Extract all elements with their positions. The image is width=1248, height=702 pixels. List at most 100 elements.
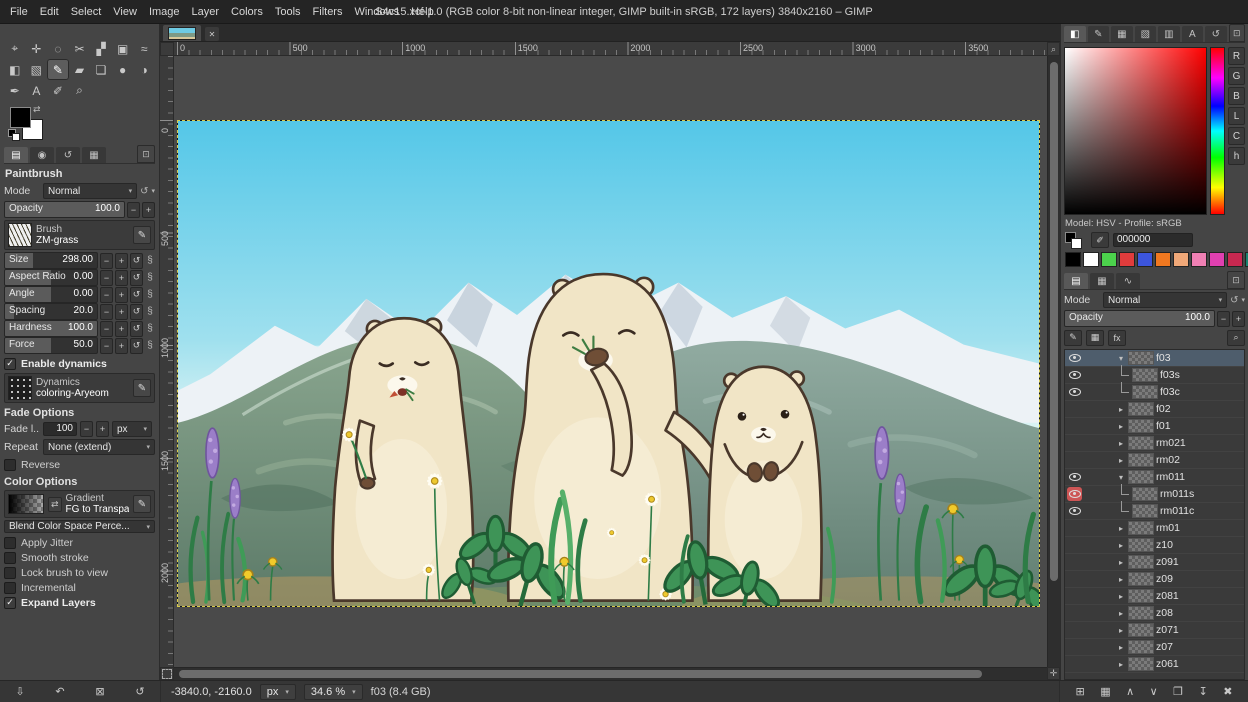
tool-clone[interactable]: ❏: [90, 59, 112, 80]
visibility-toggle[interactable]: [1067, 555, 1082, 569]
menu-filters[interactable]: Filters: [307, 4, 349, 20]
layer-mode-dropdown[interactable]: Normal▾: [1103, 292, 1227, 308]
layer-row-rm02[interactable]: ▸ rm02: [1065, 452, 1244, 469]
toggle-incremental[interactable]: Incremental: [4, 580, 155, 595]
expand-icon[interactable]: ▸: [1116, 660, 1126, 669]
link-to-brush-icon[interactable]: §: [145, 272, 155, 283]
palette-swatch-4cd24c[interactable]: [1101, 252, 1117, 267]
mode-menu-icon[interactable]: ▾: [1241, 296, 1245, 304]
decrement-button[interactable]: −: [1217, 311, 1230, 327]
angle-slider[interactable]: Angle 0.00: [4, 286, 98, 303]
vertical-scrollbar[interactable]: [1047, 56, 1060, 667]
visibility-toggle[interactable]: [1067, 657, 1082, 671]
expand-icon[interactable]: ▸: [1116, 439, 1126, 448]
layer-row-rm021[interactable]: ▸ rm021: [1065, 435, 1244, 452]
tool-scissors-select[interactable]: ✂: [69, 38, 91, 59]
layer-row-rm011[interactable]: ▾ rm011: [1065, 469, 1244, 486]
edit-brush-button[interactable]: ✎: [133, 226, 151, 244]
dynamics-selector[interactable]: Dynamics coloring-Aryeom ✎: [4, 373, 155, 403]
lock-pixels-toggle[interactable]: ✎: [1064, 330, 1082, 346]
channel-button-L[interactable]: L: [1228, 107, 1245, 125]
menu-select[interactable]: Select: [65, 4, 108, 20]
layer-row-z10[interactable]: ▸ z10: [1065, 537, 1244, 554]
toggle-lock-brush-to-view[interactable]: Lock brush to view: [4, 565, 155, 580]
paint-mode-dropdown[interactable]: Normal▾: [43, 183, 137, 199]
visibility-toggle[interactable]: [1067, 538, 1082, 552]
reverse-gradient-icon[interactable]: ⇄: [48, 497, 62, 512]
edit-gradient-button[interactable]: ✎: [133, 495, 151, 513]
expand-icon[interactable]: ▸: [1116, 643, 1126, 652]
channel-button-G[interactable]: G: [1228, 67, 1245, 85]
visibility-toggle[interactable]: [1067, 470, 1082, 484]
dock-tab-patterns[interactable]: ▦: [1111, 26, 1133, 42]
reset-mode-icon[interactable]: ↺: [1230, 295, 1238, 306]
link-to-brush-icon[interactable]: §: [145, 340, 155, 351]
palette-swatch-000000[interactable]: [1065, 252, 1081, 267]
visibility-toggle[interactable]: [1067, 606, 1082, 620]
expand-icon[interactable]: ▸: [1116, 456, 1126, 465]
navigation-button[interactable]: ✛: [1047, 667, 1060, 680]
decrement-button[interactable]: −: [100, 321, 113, 337]
link-to-brush-icon[interactable]: §: [145, 323, 155, 334]
canvas-image[interactable]: [177, 120, 1040, 607]
tool-color-picker[interactable]: ✐: [47, 80, 69, 101]
scrollbar-thumb[interactable]: [1050, 62, 1058, 581]
canvas-viewport[interactable]: [174, 56, 1047, 667]
blend-color-space-dropdown[interactable]: Blend Color Space Perce...▾: [4, 520, 155, 533]
decrement-button[interactable]: −: [100, 270, 113, 286]
palette-swatch-e040b0[interactable]: [1209, 252, 1225, 267]
tool-smudge[interactable]: ●: [112, 59, 134, 80]
duplicate-layer-icon[interactable]: ❐: [1173, 685, 1183, 698]
reset-mode-icon[interactable]: ↺: [140, 186, 148, 197]
visibility-toggle[interactable]: [1067, 521, 1082, 535]
layer-row-f02[interactable]: ▸ f02: [1065, 401, 1244, 418]
tool-crop[interactable]: ▞: [90, 38, 112, 59]
gradient-selector[interactable]: ⇄ Gradient FG to Transpar ✎: [4, 490, 155, 518]
dock-tab-gradients[interactable]: ▧: [1135, 26, 1157, 42]
dialog-tab-paths[interactable]: ∿: [1116, 273, 1140, 289]
decrement-button[interactable]: −: [80, 421, 93, 437]
aspect-ratio-slider[interactable]: Aspect Ratio 0.00: [4, 269, 98, 286]
vertical-ruler[interactable]: 0500100015002000: [160, 56, 174, 667]
delete-layer-icon[interactable]: ✖: [1223, 685, 1232, 698]
quick-mask-toggle[interactable]: [160, 667, 174, 680]
dock-menu-button[interactable]: ⊡: [137, 145, 155, 163]
toolbox-tab-device-status[interactable]: ◉: [30, 147, 54, 163]
lock-alpha-toggle[interactable]: ▦: [1086, 330, 1104, 346]
decrement-button[interactable]: −: [100, 253, 113, 269]
expand-icon[interactable]: ▸: [1116, 592, 1126, 601]
force-slider[interactable]: Force 50.0: [4, 337, 98, 354]
visibility-toggle[interactable]: [1067, 640, 1082, 654]
reset-tool-options-icon[interactable]: ↺: [135, 685, 144, 698]
menu-colors[interactable]: Colors: [225, 4, 269, 20]
reset-icon[interactable]: ↺: [130, 304, 143, 320]
visibility-toggle[interactable]: [1067, 419, 1082, 433]
expand-icon[interactable]: ▸: [1116, 541, 1126, 550]
dock-tab-document-history[interactable]: ↺: [1205, 26, 1227, 42]
palette-swatch-c82850[interactable]: [1227, 252, 1243, 267]
expand-icon[interactable]: ▸: [1116, 405, 1126, 414]
expand-icon[interactable]: ▸: [1116, 524, 1126, 533]
tool-warp-transform[interactable]: ≈: [133, 38, 155, 59]
menu-view[interactable]: View: [107, 4, 143, 20]
visibility-toggle[interactable]: [1067, 368, 1082, 382]
decrement-button[interactable]: −: [100, 287, 113, 303]
tool-paintbrush[interactable]: ✎: [47, 59, 69, 80]
image-tab[interactable]: [163, 25, 201, 41]
increment-button[interactable]: +: [115, 287, 128, 303]
layer-effects-toggle[interactable]: fx: [1108, 330, 1126, 346]
palette-swatch-f080b4[interactable]: [1191, 252, 1207, 267]
layer-row-rm011s[interactable]: rm011s: [1065, 486, 1244, 503]
layer-row-f01[interactable]: ▸ f01: [1065, 418, 1244, 435]
toggle-reverse[interactable]: Reverse: [4, 457, 155, 472]
expand-icon[interactable]: ▸: [1116, 575, 1126, 584]
layer-row-rm011c[interactable]: rm011c: [1065, 503, 1244, 520]
toggle-enable-dynamics[interactable]: ✓ Enable dynamics: [4, 356, 155, 371]
reset-icon[interactable]: ↺: [130, 253, 143, 269]
palette-swatch-f07820[interactable]: [1155, 252, 1171, 267]
delete-tool-preset-icon[interactable]: ⊠: [95, 685, 104, 698]
hardness-slider[interactable]: Hardness 100.0: [4, 320, 98, 337]
layer-row-z09[interactable]: ▸ z09: [1065, 571, 1244, 588]
zoom-follow-window-button[interactable]: ⌕: [1047, 42, 1060, 56]
restore-tool-preset-icon[interactable]: ↶: [55, 685, 64, 698]
